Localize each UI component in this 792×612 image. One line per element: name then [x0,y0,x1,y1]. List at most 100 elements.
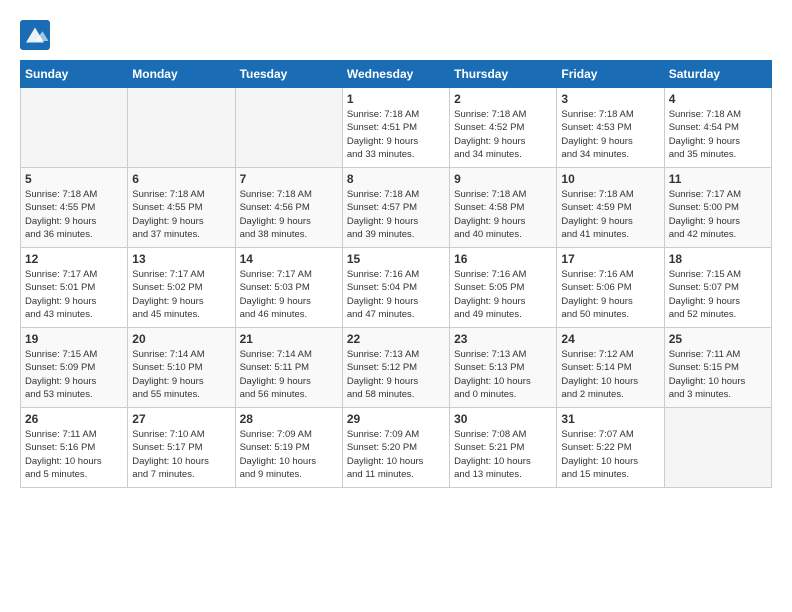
calendar-cell: 26 Sunrise: 7:11 AM Sunset: 5:16 PM Dayli… [21,408,128,488]
day-number: 8 [347,172,445,186]
day-info: Sunrise: 7:16 AM Sunset: 5:05 PM Dayligh… [454,268,552,321]
calendar-header-row: SundayMondayTuesdayWednesdayThursdayFrid… [21,61,772,88]
calendar-cell [21,88,128,168]
day-info: Sunrise: 7:18 AM Sunset: 4:58 PM Dayligh… [454,188,552,241]
day-info: Sunrise: 7:07 AM Sunset: 5:22 PM Dayligh… [561,428,659,481]
calendar-cell: 12 Sunrise: 7:17 AM Sunset: 5:01 PM Dayli… [21,248,128,328]
calendar-cell: 2 Sunrise: 7:18 AM Sunset: 4:52 PM Daylig… [450,88,557,168]
day-number: 11 [669,172,767,186]
day-number: 16 [454,252,552,266]
calendar-cell: 1 Sunrise: 7:18 AM Sunset: 4:51 PM Daylig… [342,88,449,168]
day-info: Sunrise: 7:18 AM Sunset: 4:54 PM Dayligh… [669,108,767,161]
day-info: Sunrise: 7:16 AM Sunset: 5:06 PM Dayligh… [561,268,659,321]
header-tuesday: Tuesday [235,61,342,88]
calendar-cell: 21 Sunrise: 7:14 AM Sunset: 5:11 PM Dayli… [235,328,342,408]
calendar-cell [128,88,235,168]
day-number: 1 [347,92,445,106]
day-number: 3 [561,92,659,106]
calendar-week-2: 5 Sunrise: 7:18 AM Sunset: 4:55 PM Daylig… [21,168,772,248]
day-number: 5 [25,172,123,186]
logo [20,20,54,50]
day-number: 30 [454,412,552,426]
day-info: Sunrise: 7:15 AM Sunset: 5:09 PM Dayligh… [25,348,123,401]
calendar-cell: 3 Sunrise: 7:18 AM Sunset: 4:53 PM Daylig… [557,88,664,168]
header-monday: Monday [128,61,235,88]
day-info: Sunrise: 7:12 AM Sunset: 5:14 PM Dayligh… [561,348,659,401]
day-info: Sunrise: 7:13 AM Sunset: 5:13 PM Dayligh… [454,348,552,401]
calendar-cell: 13Sunrise: 7:17 AM Sunset: 5:02 PM Dayli… [128,248,235,328]
calendar-cell: 11 Sunrise: 7:17 AM Sunset: 5:00 PM Dayli… [664,168,771,248]
calendar-cell: 16 Sunrise: 7:16 AM Sunset: 5:05 PM Dayli… [450,248,557,328]
calendar-cell: 15 Sunrise: 7:16 AM Sunset: 5:04 PM Dayli… [342,248,449,328]
day-info: Sunrise: 7:14 AM Sunset: 5:11 PM Dayligh… [240,348,338,401]
day-number: 19 [25,332,123,346]
day-number: 27 [132,412,230,426]
day-number: 21 [240,332,338,346]
calendar-cell: 20 Sunrise: 7:14 AM Sunset: 5:10 PM Dayli… [128,328,235,408]
calendar-cell: 19 Sunrise: 7:15 AM Sunset: 5:09 PM Dayli… [21,328,128,408]
day-info: Sunrise: 7:18 AM Sunset: 4:55 PM Dayligh… [132,188,230,241]
day-number: 28 [240,412,338,426]
calendar-week-4: 19 Sunrise: 7:15 AM Sunset: 5:09 PM Dayli… [21,328,772,408]
day-number: 4 [669,92,767,106]
calendar-cell: 8 Sunrise: 7:18 AM Sunset: 4:57 PM Daylig… [342,168,449,248]
day-info: Sunrise: 7:09 AM Sunset: 5:19 PM Dayligh… [240,428,338,481]
calendar-cell: 29 Sunrise: 7:09 AM Sunset: 5:20 PM Dayli… [342,408,449,488]
calendar-cell: 18 Sunrise: 7:15 AM Sunset: 5:07 PM Dayli… [664,248,771,328]
day-info: Sunrise: 7:11 AM Sunset: 5:16 PM Dayligh… [25,428,123,481]
day-number: 6 [132,172,230,186]
header-thursday: Thursday [450,61,557,88]
day-number: 20 [132,332,230,346]
calendar-cell: 5 Sunrise: 7:18 AM Sunset: 4:55 PM Daylig… [21,168,128,248]
day-info: Sunrise: 7:08 AM Sunset: 5:21 PM Dayligh… [454,428,552,481]
header-wednesday: Wednesday [342,61,449,88]
day-info: Sunrise: 7:18 AM Sunset: 4:51 PM Dayligh… [347,108,445,161]
calendar-cell: 27Sunrise: 7:10 AM Sunset: 5:17 PM Dayli… [128,408,235,488]
calendar-cell [235,88,342,168]
day-number: 9 [454,172,552,186]
logo-icon [20,20,50,50]
day-info: Sunrise: 7:18 AM Sunset: 4:59 PM Dayligh… [561,188,659,241]
calendar-week-1: 1 Sunrise: 7:18 AM Sunset: 4:51 PM Daylig… [21,88,772,168]
day-number: 13 [132,252,230,266]
day-number: 29 [347,412,445,426]
calendar-cell: 6 Sunrise: 7:18 AM Sunset: 4:55 PM Daylig… [128,168,235,248]
day-info: Sunrise: 7:18 AM Sunset: 4:56 PM Dayligh… [240,188,338,241]
day-number: 22 [347,332,445,346]
header-friday: Friday [557,61,664,88]
day-number: 15 [347,252,445,266]
day-info: Sunrise: 7:18 AM Sunset: 4:57 PM Dayligh… [347,188,445,241]
day-info: Sunrise: 7:14 AM Sunset: 5:10 PM Dayligh… [132,348,230,401]
day-number: 12 [25,252,123,266]
calendar-week-3: 12 Sunrise: 7:17 AM Sunset: 5:01 PM Dayli… [21,248,772,328]
day-info: Sunrise: 7:18 AM Sunset: 4:53 PM Dayligh… [561,108,659,161]
day-number: 10 [561,172,659,186]
day-number: 7 [240,172,338,186]
day-info: Sunrise: 7:11 AM Sunset: 5:15 PM Dayligh… [669,348,767,401]
day-info: Sunrise: 7:16 AM Sunset: 5:04 PM Dayligh… [347,268,445,321]
page-header [20,20,772,50]
day-number: 18 [669,252,767,266]
day-number: 26 [25,412,123,426]
calendar-week-5: 26 Sunrise: 7:11 AM Sunset: 5:16 PM Dayli… [21,408,772,488]
day-info: Sunrise: 7:15 AM Sunset: 5:07 PM Dayligh… [669,268,767,321]
calendar-cell: 4 Sunrise: 7:18 AM Sunset: 4:54 PM Daylig… [664,88,771,168]
day-info: Sunrise: 7:18 AM Sunset: 4:52 PM Dayligh… [454,108,552,161]
day-info: Sunrise: 7:09 AM Sunset: 5:20 PM Dayligh… [347,428,445,481]
day-info: Sunrise: 7:17 AM Sunset: 5:03 PM Dayligh… [240,268,338,321]
day-info: Sunrise: 7:17 AM Sunset: 5:01 PM Dayligh… [25,268,123,321]
calendar-cell: 22Sunrise: 7:13 AM Sunset: 5:12 PM Dayli… [342,328,449,408]
day-number: 23 [454,332,552,346]
calendar-table: SundayMondayTuesdayWednesdayThursdayFrid… [20,60,772,488]
header-saturday: Saturday [664,61,771,88]
day-number: 2 [454,92,552,106]
calendar-cell: 10 Sunrise: 7:18 AM Sunset: 4:59 PM Dayli… [557,168,664,248]
calendar-cell: 14Sunrise: 7:17 AM Sunset: 5:03 PM Dayli… [235,248,342,328]
calendar-cell [664,408,771,488]
calendar-cell: 31Sunrise: 7:07 AM Sunset: 5:22 PM Dayli… [557,408,664,488]
day-info: Sunrise: 7:18 AM Sunset: 4:55 PM Dayligh… [25,188,123,241]
calendar-cell: 24Sunrise: 7:12 AM Sunset: 5:14 PM Dayli… [557,328,664,408]
calendar-cell: 28 Sunrise: 7:09 AM Sunset: 5:19 PM Dayli… [235,408,342,488]
day-info: Sunrise: 7:17 AM Sunset: 5:00 PM Dayligh… [669,188,767,241]
day-number: 25 [669,332,767,346]
